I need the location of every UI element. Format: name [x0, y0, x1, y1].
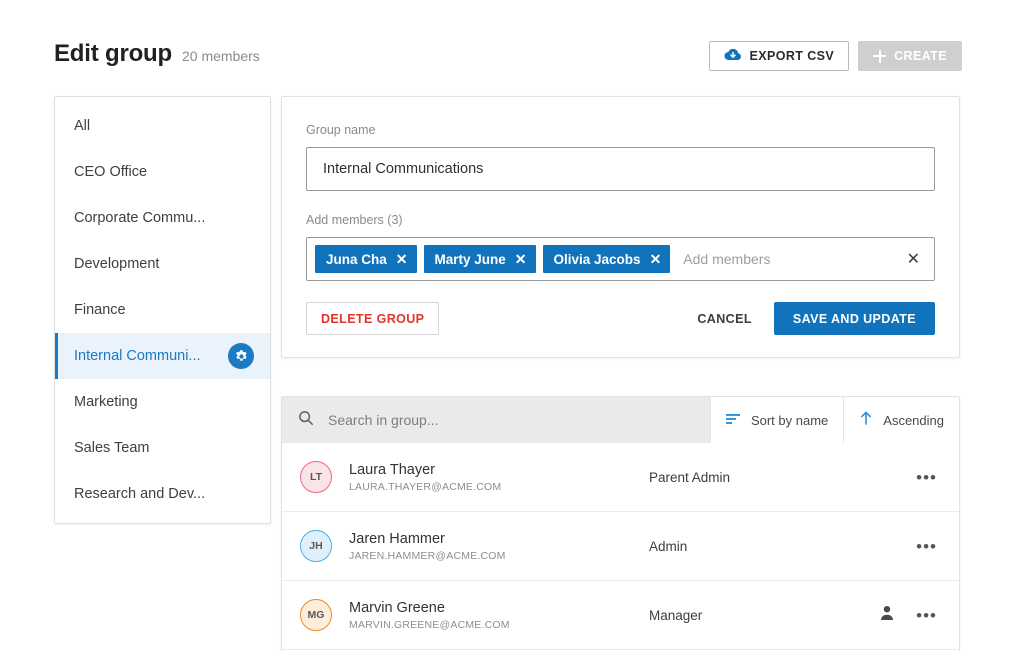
member-chip-label: Olivia Jacobs: [554, 252, 641, 267]
table-row[interactable]: JH Jaren Hammer JAREN.HAMMER@ACME.COM Ad…: [282, 512, 959, 581]
member-chip-label: Marty June: [435, 252, 506, 267]
group-sidebar: All CEO Office Corporate Commu... Develo…: [54, 96, 271, 524]
sidebar-item-marketing[interactable]: Marketing: [55, 379, 270, 425]
member-info: Laura Thayer LAURA.THAYER@ACME.COM: [349, 462, 649, 493]
table-row[interactable]: LT Laura Thayer LAURA.THAYER@ACME.COM Pa…: [282, 443, 959, 512]
edit-group-page: Edit group 20 members EXPORT CSV CREATE: [0, 0, 1024, 651]
delete-group-button[interactable]: DELETE GROUP: [306, 302, 439, 335]
export-csv-label: EXPORT CSV: [750, 49, 835, 63]
group-name-input[interactable]: Internal Communications: [306, 147, 935, 191]
member-name: Jaren Hammer: [349, 531, 649, 547]
page-header: Edit group 20 members EXPORT CSV CREATE: [0, 0, 1024, 95]
group-members-list: Search in group... Sort by name: [281, 396, 960, 651]
person-icon[interactable]: [880, 605, 894, 626]
cloud-download-icon: [724, 48, 742, 65]
avatar: LT: [300, 461, 332, 493]
sidebar-item-sales-team[interactable]: Sales Team: [55, 425, 270, 471]
avatar: MG: [300, 599, 332, 631]
close-icon[interactable]: ✕: [650, 252, 662, 266]
group-name-value: Internal Communications: [323, 161, 483, 177]
sidebar-item-corporate-communications[interactable]: Corporate Commu...: [55, 195, 270, 241]
sidebar-item-internal-communications[interactable]: Internal Communi...: [55, 333, 270, 379]
member-role: Admin: [649, 539, 849, 554]
sidebar-item-label: Marketing: [74, 394, 254, 410]
save-and-update-button[interactable]: SAVE AND UPDATE: [774, 302, 935, 335]
sidebar-item-label: Finance: [74, 302, 254, 318]
list-toolbar: Search in group... Sort by name: [282, 397, 959, 443]
create-button[interactable]: CREATE: [858, 41, 962, 71]
avatar: JH: [300, 530, 332, 562]
sort-order-button[interactable]: Ascending: [843, 397, 959, 443]
form-actions: DELETE GROUP CANCEL SAVE AND UPDATE: [306, 302, 935, 335]
group-name-label: Group name: [306, 123, 935, 137]
sidebar-item-label: Research and Dev...: [74, 486, 254, 502]
member-chip[interactable]: Juna Cha ✕: [315, 245, 417, 273]
clear-members-icon[interactable]: ✕: [903, 249, 924, 269]
sidebar-item-all[interactable]: All: [55, 103, 270, 149]
sidebar-item-label: Internal Communi...: [74, 348, 228, 364]
page-title: Edit group: [54, 40, 172, 68]
arrow-up-icon: [859, 411, 873, 429]
primary-actions: CANCEL SAVE AND UPDATE: [693, 302, 935, 335]
member-chip[interactable]: Marty June ✕: [424, 245, 536, 273]
header-actions: EXPORT CSV CREATE: [709, 41, 962, 71]
close-icon[interactable]: ✕: [515, 252, 527, 266]
export-csv-button[interactable]: EXPORT CSV: [709, 41, 850, 71]
avatar-initials: JH: [309, 540, 322, 552]
more-options-icon[interactable]: •••: [916, 607, 937, 624]
sidebar-item-ceo-office[interactable]: CEO Office: [55, 149, 270, 195]
title-area: Edit group 20 members: [54, 40, 260, 68]
member-chip[interactable]: Olivia Jacobs ✕: [543, 245, 671, 273]
sort-by-name-label: Sort by name: [751, 413, 828, 428]
sort-order-label: Ascending: [883, 413, 944, 428]
add-members-placeholder[interactable]: Add members: [677, 251, 895, 267]
member-role: Manager: [649, 608, 849, 623]
plus-icon: [873, 50, 886, 63]
member-info: Jaren Hammer JAREN.HAMMER@ACME.COM: [349, 531, 649, 562]
add-members-label: Add members (3): [306, 213, 935, 227]
sidebar-item-label: Corporate Commu...: [74, 210, 254, 226]
avatar-initials: LT: [310, 471, 322, 483]
create-label: CREATE: [894, 49, 947, 63]
more-options-icon[interactable]: •••: [916, 469, 937, 486]
sort-by-name-button[interactable]: Sort by name: [710, 397, 843, 443]
search-icon: [298, 410, 314, 431]
more-options-icon[interactable]: •••: [916, 538, 937, 555]
edit-group-form: Group name Internal Communications Add m…: [281, 96, 960, 358]
member-role: Parent Admin: [649, 470, 849, 485]
member-chip-label: Juna Cha: [326, 252, 387, 267]
member-name: Laura Thayer: [349, 462, 649, 478]
member-email: JAREN.HAMMER@ACME.COM: [349, 550, 649, 562]
member-count: 20 members: [182, 48, 260, 64]
member-info: Marvin Greene MARVIN.GREENE@ACME.COM: [349, 600, 649, 631]
member-email: MARVIN.GREENE@ACME.COM: [349, 619, 649, 631]
close-icon[interactable]: ✕: [396, 252, 408, 266]
gear-icon[interactable]: [228, 343, 254, 369]
row-actions: •••: [880, 605, 937, 626]
sidebar-item-development[interactable]: Development: [55, 241, 270, 287]
member-email: LAURA.THAYER@ACME.COM: [349, 481, 649, 493]
cancel-button[interactable]: CANCEL: [693, 312, 755, 326]
search-placeholder: Search in group...: [328, 412, 439, 428]
sidebar-item-label: All: [74, 118, 254, 134]
row-actions: •••: [916, 538, 937, 555]
sidebar-item-label: Sales Team: [74, 440, 254, 456]
sidebar-item-label: CEO Office: [74, 164, 254, 180]
member-name: Marvin Greene: [349, 600, 649, 616]
sidebar-item-label: Development: [74, 256, 254, 272]
table-row[interactable]: MG Marvin Greene MARVIN.GREENE@ACME.COM …: [282, 581, 959, 650]
avatar-initials: MG: [308, 609, 325, 621]
sort-lines-icon: [726, 413, 741, 428]
row-actions: •••: [916, 469, 937, 486]
add-members-input[interactable]: Juna Cha ✕ Marty June ✕ Olivia Jacobs ✕ …: [306, 237, 935, 281]
search-input[interactable]: Search in group...: [282, 397, 710, 443]
sidebar-item-research-and-development[interactable]: Research and Dev...: [55, 471, 270, 517]
sidebar-item-finance[interactable]: Finance: [55, 287, 270, 333]
